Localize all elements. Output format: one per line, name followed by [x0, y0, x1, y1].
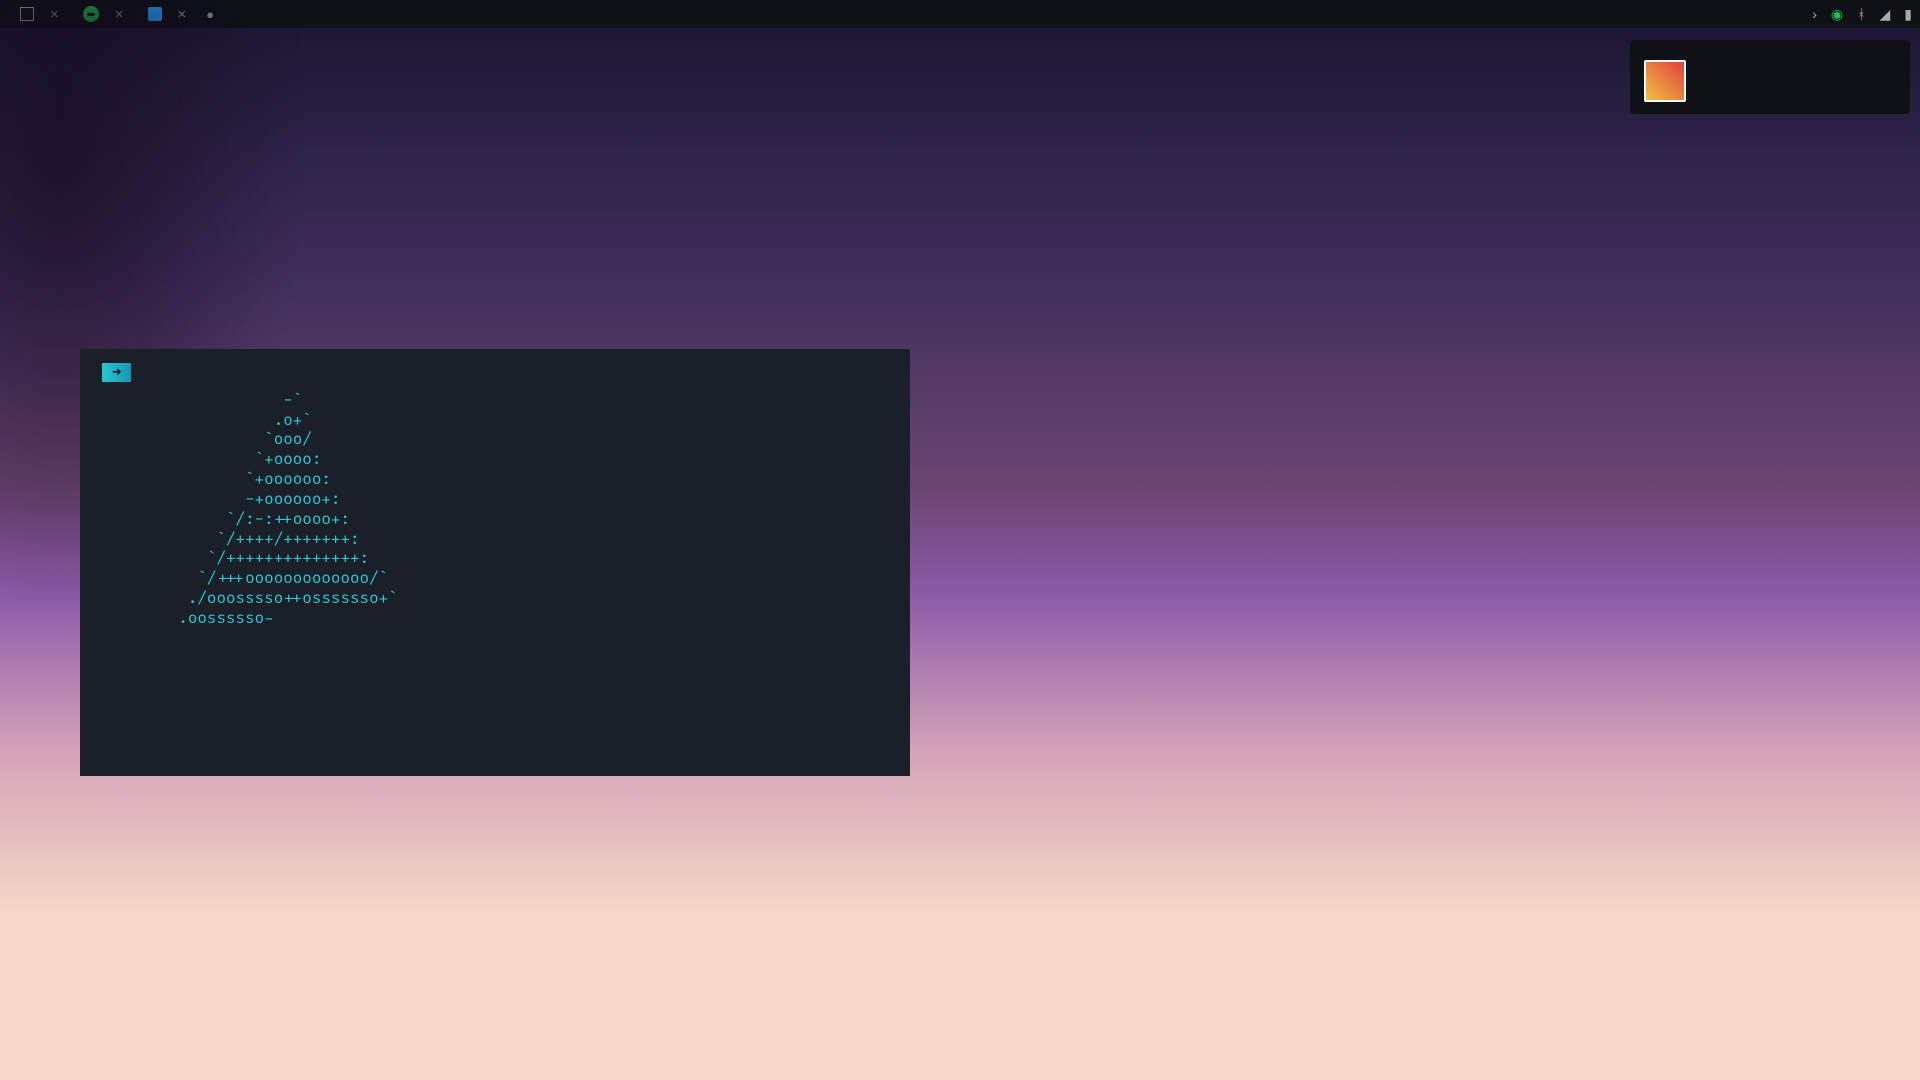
terminal-window[interactable]: ➜ -` .o+` `ooo/ `+oooo: `+oooooo: -+oooo…: [80, 349, 910, 776]
wifi-icon[interactable]: ◢: [1879, 6, 1890, 23]
bluetooth-icon[interactable]: ᚼ: [1857, 6, 1865, 22]
neofetch-ascii-art: -` .o+` `ooo/ `+oooo: `+oooooo: -+oooooo…: [102, 391, 398, 629]
tab-spotify[interactable]: ×: [71, 0, 136, 28]
terminal-icon: [20, 7, 34, 21]
spotify-icon: [83, 6, 99, 22]
left-dock: [0, 160, 56, 184]
tab-vscode[interactable]: ×: [136, 0, 199, 28]
battery-icon[interactable]: ▮: [1904, 6, 1912, 23]
prompt-arrow-icon: ➜: [102, 363, 131, 382]
top-bar-tabs: × × × ●: [8, 0, 222, 28]
top-bar: × × × ● › ◉ ᚼ ◢ ▮: [0, 0, 1920, 28]
album-art-icon: [1644, 60, 1686, 102]
close-icon[interactable]: ×: [50, 6, 59, 23]
top-bar-tray: › ◉ ᚼ ◢ ▮: [1812, 6, 1912, 23]
spotify-tray-icon[interactable]: ◉: [1831, 6, 1843, 23]
arrow-icon[interactable]: ›: [1812, 6, 1817, 22]
vscode-icon: [148, 7, 162, 21]
close-icon[interactable]: ×: [178, 6, 187, 23]
notification-popup[interactable]: [1630, 40, 1910, 114]
terminal-prompt-line: ➜: [102, 363, 888, 383]
close-icon[interactable]: ×: [115, 6, 124, 23]
new-tab-button[interactable]: ●: [198, 7, 222, 22]
tab-terminal[interactable]: ×: [8, 0, 71, 28]
